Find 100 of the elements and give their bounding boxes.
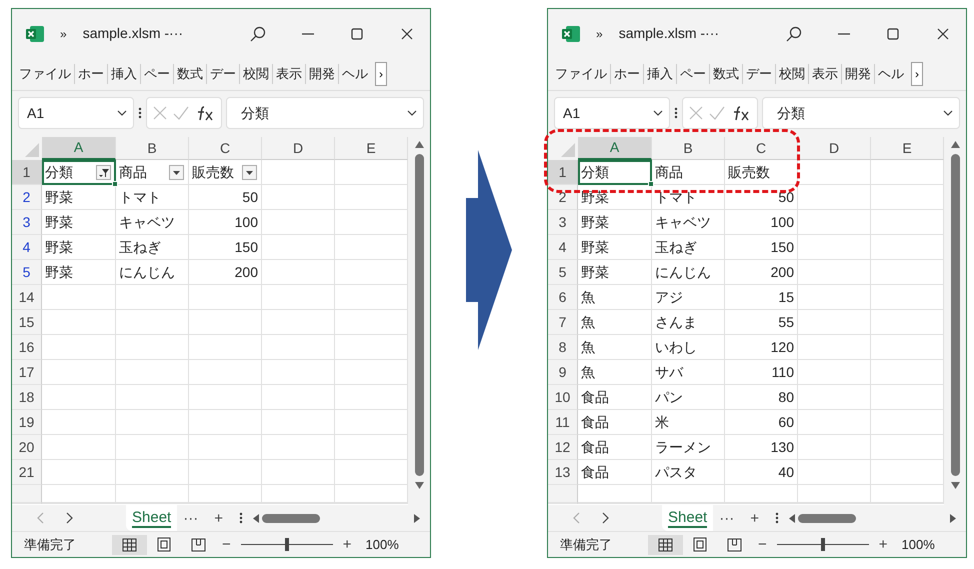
scroll-up-icon[interactable] bbox=[414, 141, 424, 148]
column-header[interactable]: C bbox=[189, 137, 262, 160]
normal-view-button[interactable] bbox=[648, 534, 683, 555]
ribbon-tab[interactable]: 校閲 bbox=[776, 64, 809, 84]
fill-handle[interactable] bbox=[112, 181, 118, 188]
row-header[interactable]: 15 bbox=[12, 310, 42, 336]
ribbon-tab[interactable]: 表示 bbox=[809, 64, 842, 84]
zoom-out-button[interactable]: − bbox=[216, 537, 237, 552]
function-icon[interactable] bbox=[195, 105, 215, 122]
row-header[interactable]: 5 bbox=[548, 260, 578, 286]
empty-cell[interactable] bbox=[262, 435, 335, 460]
empty-cell[interactable] bbox=[116, 410, 189, 436]
scrollbar-thumb[interactable] bbox=[414, 154, 424, 476]
splitter-icon[interactable] bbox=[774, 512, 779, 524]
name-box[interactable]: A1 bbox=[554, 97, 670, 130]
empty-cell[interactable] bbox=[725, 485, 798, 504]
empty-cell[interactable] bbox=[798, 435, 871, 460]
previous-sheet-icon[interactable] bbox=[36, 512, 44, 524]
empty-cell[interactable] bbox=[189, 410, 262, 436]
filter-button[interactable] bbox=[169, 165, 184, 180]
empty-cell[interactable] bbox=[189, 485, 262, 504]
ribbon-tab[interactable]: 数式 bbox=[174, 64, 207, 84]
empty-cell[interactable] bbox=[116, 435, 189, 460]
cancel-icon[interactable] bbox=[689, 106, 703, 120]
ribbon-tab[interactable]: ペー bbox=[677, 64, 710, 84]
horizontal-scrollbar-thumb[interactable] bbox=[798, 514, 856, 523]
row-header[interactable]: 3 bbox=[548, 210, 578, 236]
row-header[interactable]: 19 bbox=[12, 410, 42, 436]
empty-cell[interactable] bbox=[189, 435, 262, 460]
row-header[interactable]: 5 bbox=[12, 260, 42, 286]
empty-cell[interactable] bbox=[262, 385, 335, 410]
column-header[interactable]: B bbox=[116, 137, 189, 160]
column-header[interactable]: D bbox=[798, 137, 871, 160]
zoom-out-button[interactable]: − bbox=[752, 537, 773, 552]
select-all-corner[interactable] bbox=[548, 137, 578, 160]
row-header[interactable]: 3 bbox=[12, 210, 42, 236]
empty-cell[interactable] bbox=[798, 285, 871, 310]
scroll-right-icon[interactable] bbox=[414, 514, 420, 523]
check-icon[interactable] bbox=[709, 106, 725, 120]
check-icon[interactable] bbox=[173, 106, 189, 120]
horizontal-scrollbar-thumb[interactable] bbox=[262, 514, 320, 523]
row-header[interactable]: 17 bbox=[12, 360, 42, 386]
filter-button[interactable] bbox=[242, 165, 257, 180]
cancel-icon[interactable] bbox=[153, 106, 167, 120]
scrollbar-thumb[interactable] bbox=[950, 154, 960, 476]
empty-cell[interactable] bbox=[798, 410, 871, 436]
row-header[interactable]: 10 bbox=[548, 385, 578, 410]
sheet-tab[interactable]: Sheet bbox=[126, 505, 178, 532]
normal-view-button[interactable] bbox=[112, 534, 147, 555]
empty-cell[interactable] bbox=[262, 285, 335, 310]
column-header[interactable]: D bbox=[262, 137, 335, 160]
row-header[interactable] bbox=[12, 485, 42, 504]
ribbon-tab[interactable]: 校閲 bbox=[240, 64, 273, 84]
scroll-down-icon[interactable] bbox=[950, 482, 960, 490]
empty-cell[interactable] bbox=[798, 360, 871, 386]
ribbon-tab[interactable]: 開発 bbox=[306, 64, 339, 84]
ribbon-tab[interactable]: 表示 bbox=[273, 64, 306, 84]
column-header[interactable]: A bbox=[578, 137, 652, 160]
scroll-down-icon[interactable] bbox=[414, 482, 424, 490]
scroll-right-icon[interactable] bbox=[950, 514, 956, 523]
empty-cell[interactable] bbox=[262, 160, 335, 186]
row-header[interactable]: 8 bbox=[548, 335, 578, 360]
empty-cell[interactable] bbox=[262, 310, 335, 336]
add-sheet-button[interactable]: + bbox=[208, 510, 229, 526]
empty-cell[interactable] bbox=[262, 235, 335, 260]
empty-cell[interactable] bbox=[262, 485, 335, 504]
empty-cell[interactable] bbox=[189, 335, 262, 360]
empty-cell[interactable] bbox=[262, 210, 335, 236]
empty-cell[interactable] bbox=[798, 460, 871, 486]
ribbon-tab[interactable]: ファイル bbox=[552, 64, 611, 84]
more-options-icon[interactable] bbox=[674, 107, 678, 120]
ribbon-tab[interactable]: ファイル bbox=[16, 64, 75, 84]
empty-cell[interactable] bbox=[798, 485, 871, 504]
zoom-in-button[interactable]: + bbox=[336, 537, 358, 552]
empty-cell[interactable] bbox=[116, 310, 189, 336]
row-header[interactable]: 18 bbox=[12, 385, 42, 410]
empty-cell[interactable] bbox=[189, 460, 262, 486]
row-header[interactable]: 4 bbox=[12, 235, 42, 260]
row-header[interactable]: 1 bbox=[12, 160, 42, 186]
column-header[interactable]: A bbox=[42, 137, 116, 160]
row-header[interactable]: 21 bbox=[12, 460, 42, 486]
ribbon-scroll-button[interactable]: › bbox=[911, 62, 923, 86]
empty-cell[interactable] bbox=[116, 360, 189, 386]
empty-cell[interactable] bbox=[262, 335, 335, 360]
row-header[interactable]: 12 bbox=[548, 435, 578, 460]
formula-field[interactable]: 分類 bbox=[762, 97, 960, 130]
ribbon-tab[interactable]: ホー bbox=[75, 64, 108, 84]
next-sheet-icon[interactable] bbox=[602, 512, 610, 524]
empty-cell[interactable] bbox=[798, 385, 871, 410]
empty-cell[interactable] bbox=[116, 385, 189, 410]
empty-cell[interactable] bbox=[262, 360, 335, 386]
row-header[interactable]: 2 bbox=[548, 185, 578, 210]
empty-cell[interactable] bbox=[189, 360, 262, 386]
row-header[interactable]: 13 bbox=[548, 460, 578, 486]
empty-cell[interactable] bbox=[116, 285, 189, 310]
empty-cell[interactable] bbox=[116, 460, 189, 486]
sheet-tab[interactable]: Sheet bbox=[662, 505, 714, 532]
empty-cell[interactable] bbox=[116, 485, 189, 504]
empty-cell[interactable] bbox=[116, 335, 189, 360]
formula-field[interactable]: 分類 bbox=[226, 97, 424, 130]
